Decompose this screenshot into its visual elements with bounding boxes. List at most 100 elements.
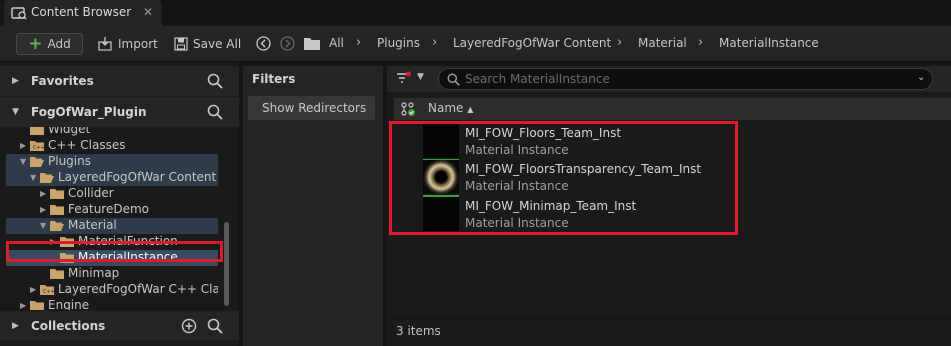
tree-item-material[interactable]: ▼ Material: [6, 218, 218, 234]
highlight-box-materialinstance: [6, 241, 223, 262]
tab-bar: Content Browser ✕: [0, 0, 951, 26]
tab-label: Content Browser: [31, 5, 132, 19]
import-icon: [98, 37, 112, 51]
folder-icon: [40, 173, 54, 183]
close-icon[interactable]: ✕: [143, 5, 153, 19]
add-button[interactable]: + Add: [16, 33, 83, 55]
folder-icon: [50, 221, 64, 231]
folder-icon: [50, 205, 64, 215]
svg-text:C++: C++: [33, 145, 44, 151]
sort-ascending-icon: ▲: [467, 105, 474, 114]
highlight-box-assets: [389, 121, 738, 235]
chevron-down-icon[interactable]: ▼: [20, 157, 26, 166]
toolbar: + Add Import Save All All › Plugins › La…: [0, 26, 951, 62]
folder-icon: [30, 157, 44, 167]
chevron-right-icon: ▶: [12, 320, 19, 331]
favorites-title: Favorites: [31, 74, 94, 88]
collections-title: Collections: [31, 318, 106, 333]
tree-item-label: Engine: [48, 298, 90, 310]
folder-icon: [50, 269, 64, 279]
chevron-right-icon[interactable]: ›: [617, 35, 622, 50]
plus-icon: +: [28, 33, 43, 54]
column-header: Name ▲: [394, 98, 951, 120]
filters-title: Filters: [252, 72, 296, 86]
chevron-down-icon: ▼: [12, 107, 19, 117]
add-label: Add: [47, 37, 71, 51]
folder-icon[interactable]: [304, 37, 320, 50]
folder-icon: [50, 189, 64, 199]
save-icon: [174, 37, 188, 51]
tree-item-label: FeatureDemo: [68, 202, 149, 216]
tree-item-layeredfogofwar-c-classes[interactable]: ▶ C++ LayeredFogOfWar C++ Classes: [6, 282, 218, 298]
tree-item-label: LayeredFogOfWar Content: [58, 170, 217, 184]
name-column-label: Name: [428, 101, 464, 115]
chevron-down-icon[interactable]: ▼: [30, 173, 36, 182]
search-icon[interactable]: [207, 73, 223, 89]
search-icon: [447, 73, 460, 86]
chevron-right-icon[interactable]: ▶: [20, 301, 26, 310]
tree-item-label: Collider: [68, 186, 114, 200]
tree-item-label: Plugins: [48, 154, 91, 168]
tree-item-widget[interactable]: Widget: [6, 127, 218, 138]
tree-item-layeredfogofwar-content[interactable]: ▼ LayeredFogOfWar Content: [6, 170, 218, 186]
svg-text:C++: C++: [43, 289, 54, 295]
collections-header[interactable]: ▶ Collections: [0, 311, 239, 340]
tree-item-c-classes[interactable]: ▶ C++ C++ Classes: [6, 138, 218, 154]
tree-item-label: C++ Classes: [48, 138, 126, 152]
folder-tree: Widget ▶ C++ C++ Classes ▼ Plugins ▼ LayeredFog…: [0, 127, 239, 310]
tree-item-label: Minimap: [68, 266, 120, 280]
save-all-label: Save All: [193, 37, 242, 51]
tree-item-label: Material: [68, 218, 117, 232]
chevron-right-icon[interactable]: ›: [698, 35, 703, 50]
back-icon[interactable]: [256, 36, 271, 51]
import-label: Import: [118, 37, 158, 51]
chevron-right-icon[interactable]: ▶: [30, 285, 36, 294]
show-redirectors-filter[interactable]: Show Redirectors: [248, 96, 375, 120]
breadcrumb-materialinstance[interactable]: MaterialInstance: [719, 36, 819, 50]
content-browser-icon: [11, 7, 27, 20]
cpp-folder-icon: C++: [30, 141, 44, 151]
search-input[interactable]: Search MaterialInstance ⌄: [438, 68, 933, 90]
save-all-button[interactable]: Save All: [174, 33, 241, 55]
cpp-folder-icon: C++: [40, 285, 54, 295]
breadcrumb-material[interactable]: Material: [638, 36, 687, 50]
folder-icon: [30, 127, 44, 135]
tree-item-minimap[interactable]: Minimap: [6, 266, 218, 282]
filter-icon[interactable]: [396, 71, 412, 86]
divider: [394, 313, 951, 314]
forward-icon[interactable]: [280, 36, 295, 51]
name-column-header[interactable]: Name ▲: [428, 101, 473, 115]
chevron-right-icon[interactable]: ▶: [20, 141, 26, 150]
root-header[interactable]: ▼ FogOfWar_Plugin: [0, 97, 239, 127]
tree-item-label: Widget: [48, 127, 91, 136]
search-icon[interactable]: [207, 318, 223, 334]
tree-item-collider[interactable]: ▶ Collider: [6, 186, 218, 202]
chevron-down-icon[interactable]: ▼: [417, 72, 424, 82]
breadcrumb-layeredfogofwar-content[interactable]: LayeredFogOfWar Content: [453, 36, 611, 50]
chevron-right-icon[interactable]: ›: [432, 35, 437, 50]
search-icon[interactable]: [207, 104, 223, 120]
source-control-icon[interactable]: [400, 101, 416, 117]
import-button[interactable]: Import: [98, 33, 158, 55]
tree-item-label: LayeredFogOfWar C++ Classes: [58, 282, 218, 296]
tab-content-browser[interactable]: Content Browser ✕: [4, 0, 162, 26]
search-placeholder: Search MaterialInstance: [465, 72, 610, 86]
add-collection-icon[interactable]: [181, 318, 197, 334]
chevron-right-icon[interactable]: ▶: [40, 205, 46, 214]
breadcrumb-all[interactable]: All: [329, 36, 344, 50]
chevron-right-icon[interactable]: ›: [356, 35, 361, 50]
item-count: 3 items: [396, 324, 441, 338]
tree-item-engine[interactable]: ▶ Engine: [6, 298, 218, 310]
chevron-right-icon[interactable]: ▶: [40, 189, 46, 198]
tree-scrollbar[interactable]: [224, 222, 229, 306]
chevron-down-icon[interactable]: ⌄: [917, 72, 925, 83]
chevron-right-icon: ▶: [12, 76, 19, 86]
favorites-header[interactable]: ▶ Favorites: [0, 66, 239, 96]
filters-panel: Filters Show Redirectors: [243, 66, 383, 346]
tree-item-plugins[interactable]: ▼ Plugins: [6, 154, 218, 170]
root-title: FogOfWar_Plugin: [31, 105, 147, 119]
chevron-down-icon[interactable]: ▼: [40, 221, 46, 230]
tree-item-featuredemo[interactable]: ▶ FeatureDemo: [6, 202, 218, 218]
breadcrumb-plugins[interactable]: Plugins: [377, 36, 420, 50]
folder-icon: [30, 301, 44, 310]
